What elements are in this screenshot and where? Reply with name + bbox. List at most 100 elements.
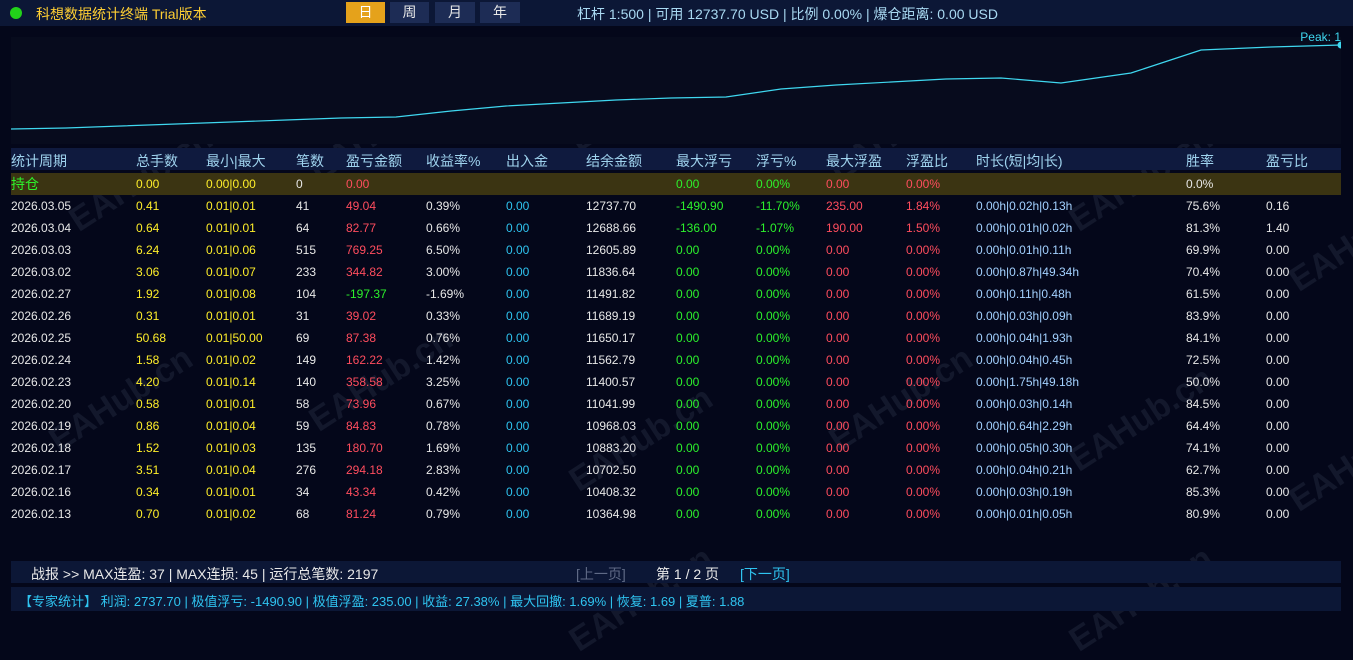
table-row: 2026.03.03 6.24 0.01|0.06 515 769.25 6.50% 0.0… bbox=[0, 239, 1353, 261]
cell-max-float-profit: 0.00 bbox=[826, 507, 850, 521]
period-button-week[interactable]: 周 bbox=[390, 2, 429, 23]
cell-period: 2026.02.16 bbox=[11, 485, 72, 499]
table-row: 2026.02.23 4.20 0.01|0.14 140 358.58 3.25% 0.0… bbox=[0, 371, 1353, 393]
cell-duration: 0.00h|0.04h|0.21h bbox=[976, 463, 1073, 477]
cell-max-float-loss: 0.00 bbox=[676, 353, 700, 367]
cell-profit-loss-ratio: 0.00 bbox=[1266, 331, 1290, 345]
cell-float-profit-ratio: 0.00% bbox=[906, 309, 941, 323]
column-header-float-profit-ratio: 浮盈比 bbox=[906, 153, 948, 169]
holding-cell-total-lots: 0.00 bbox=[136, 177, 160, 191]
cell-pnl: 344.82 bbox=[346, 265, 383, 279]
column-header-win-rate: 胜率 bbox=[1186, 153, 1214, 169]
cell-profit-loss-ratio: 0.00 bbox=[1266, 485, 1290, 499]
cell-balance: 12688.66 bbox=[586, 221, 637, 235]
period-button-month[interactable]: 月 bbox=[435, 2, 475, 23]
cell-balance: 11836.64 bbox=[586, 265, 636, 279]
cell-min-max: 0.01|0.02 bbox=[206, 507, 256, 521]
cell-count: 34 bbox=[296, 485, 310, 499]
holding-cell-period: 持仓 bbox=[11, 176, 39, 192]
cell-balance: 10968.03 bbox=[586, 419, 637, 433]
column-header-return-rate: 收益率% bbox=[426, 153, 481, 169]
cell-float-loss-pct: 0.00% bbox=[756, 463, 791, 477]
cell-period: 2026.02.24 bbox=[11, 353, 72, 367]
cell-max-float-profit: 0.00 bbox=[826, 441, 850, 455]
cell-win-rate: 50.0% bbox=[1186, 375, 1221, 389]
expert-stats: 【专家统计】 利润: 2737.70 | 极值浮亏: -1490.90 | 极值… bbox=[19, 594, 745, 609]
page-indicator: 第 1 / 2 页 bbox=[656, 566, 720, 582]
cell-deposit: 0.00 bbox=[506, 463, 530, 477]
cell-min-max: 0.01|0.02 bbox=[206, 353, 256, 367]
cell-float-loss-pct: 0.00% bbox=[756, 507, 791, 521]
report-bar: 战报 >> MAX连盈: 37 | MAX连损: 45 | 运行总笔数: 219… bbox=[11, 561, 1341, 583]
cell-max-float-profit: 190.00 bbox=[826, 221, 863, 235]
cell-float-loss-pct: 0.00% bbox=[756, 243, 791, 257]
cell-float-loss-pct: 0.00% bbox=[756, 353, 791, 367]
cell-profit-loss-ratio: 0.00 bbox=[1266, 243, 1290, 257]
cell-period: 2026.02.26 bbox=[11, 309, 72, 323]
cell-duration: 0.00h|0.01h|0.02h bbox=[976, 221, 1073, 235]
battle-report: 战报 >> MAX连盈: 37 | MAX连损: 45 | 运行总笔数: 219… bbox=[31, 566, 379, 582]
cell-float-loss-pct: 0.00% bbox=[756, 485, 791, 499]
cell-max-float-profit: 0.00 bbox=[826, 353, 850, 367]
cell-min-max: 0.01|0.01 bbox=[206, 309, 256, 323]
holding-cell-float-loss-pct: 0.00% bbox=[756, 177, 791, 191]
cell-total-lots: 0.64 bbox=[136, 221, 160, 235]
cell-pnl: 162.22 bbox=[346, 353, 383, 367]
cell-max-float-loss: 0.00 bbox=[676, 309, 700, 323]
period-button-day[interactable]: 日 bbox=[346, 2, 385, 23]
holding-cell-max-float-loss: 0.00 bbox=[676, 177, 700, 191]
cell-win-rate: 80.9% bbox=[1186, 507, 1221, 521]
prev-page-button[interactable]: [上一页] bbox=[576, 564, 626, 584]
table-row: 2026.02.19 0.86 0.01|0.04 59 84.83 0.78% 0.00 1… bbox=[0, 415, 1353, 437]
cell-deposit: 0.00 bbox=[506, 287, 530, 301]
cell-max-float-loss: 0.00 bbox=[676, 441, 700, 455]
next-page-button[interactable]: [下一页] bbox=[740, 564, 790, 584]
table-row: 2026.02.17 3.51 0.01|0.04 276 294.18 2.83% 0.0… bbox=[0, 459, 1353, 481]
cell-min-max: 0.01|0.01 bbox=[206, 485, 256, 499]
peak-label: Peak: 1 bbox=[1300, 30, 1341, 44]
cell-count: 64 bbox=[296, 221, 310, 235]
cell-float-loss-pct: 0.00% bbox=[756, 397, 791, 411]
table-row: 2026.02.20 0.58 0.01|0.01 58 73.96 0.67% 0.00 1… bbox=[0, 393, 1353, 415]
cell-period: 2026.03.03 bbox=[11, 243, 72, 257]
cell-duration: 0.00h|0.04h|0.45h bbox=[976, 353, 1073, 367]
column-header-max-float-loss: 最大浮亏 bbox=[676, 153, 732, 169]
cell-count: 276 bbox=[296, 463, 317, 477]
cell-return-rate: 0.42% bbox=[426, 485, 461, 499]
cell-return-rate: 2.83% bbox=[426, 463, 461, 477]
cell-deposit: 0.00 bbox=[506, 331, 530, 345]
cell-pnl: 43.34 bbox=[346, 485, 377, 499]
cell-win-rate: 83.9% bbox=[1186, 309, 1221, 323]
period-button-year[interactable]: 年 bbox=[480, 2, 520, 23]
cell-win-rate: 84.1% bbox=[1186, 331, 1221, 345]
cell-pnl: 39.02 bbox=[346, 309, 377, 323]
cell-count: 149 bbox=[296, 353, 317, 367]
cell-float-profit-ratio: 1.84% bbox=[906, 199, 941, 213]
column-header-duration: 时长(短|均|长) bbox=[976, 153, 1063, 169]
cell-balance: 11491.82 bbox=[586, 287, 636, 301]
cell-max-float-profit: 0.00 bbox=[826, 397, 850, 411]
cell-count: 69 bbox=[296, 331, 310, 345]
cell-win-rate: 85.3% bbox=[1186, 485, 1221, 499]
cell-total-lots: 3.06 bbox=[136, 265, 160, 279]
cell-period: 2026.03.05 bbox=[11, 199, 72, 213]
cell-float-profit-ratio: 0.00% bbox=[906, 287, 941, 301]
cell-return-rate: 0.78% bbox=[426, 419, 461, 433]
cell-max-float-loss: 0.00 bbox=[676, 331, 700, 345]
cell-win-rate: 84.5% bbox=[1186, 397, 1221, 411]
equity-curve-svg bbox=[11, 41, 1341, 130]
cell-pnl: -197.37 bbox=[346, 287, 387, 301]
cell-win-rate: 75.6% bbox=[1186, 199, 1221, 213]
cell-total-lots: 0.31 bbox=[136, 309, 160, 323]
cell-deposit: 0.00 bbox=[506, 265, 530, 279]
cell-return-rate: 0.66% bbox=[426, 221, 461, 235]
cell-min-max: 0.01|0.08 bbox=[206, 287, 256, 301]
cell-float-profit-ratio: 0.00% bbox=[906, 419, 941, 433]
cell-duration: 0.00h|1.75h|49.18h bbox=[976, 375, 1079, 389]
cell-min-max: 0.01|0.03 bbox=[206, 441, 256, 455]
cell-period: 2026.02.19 bbox=[11, 419, 72, 433]
cell-total-lots: 0.41 bbox=[136, 199, 160, 213]
cell-float-profit-ratio: 0.00% bbox=[906, 265, 941, 279]
cell-total-lots: 6.24 bbox=[136, 243, 160, 257]
cell-max-float-loss: 0.00 bbox=[676, 265, 700, 279]
